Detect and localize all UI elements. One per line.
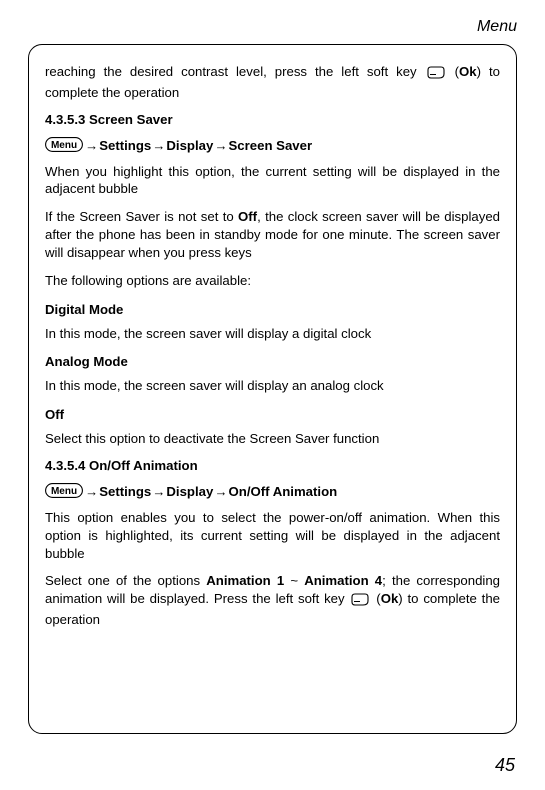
running-head: Menu xyxy=(28,18,517,36)
paragraph: Select this option to deactivate the Scr… xyxy=(45,430,500,448)
arrow-right-icon: → xyxy=(214,484,227,499)
page-number: 45 xyxy=(495,755,515,776)
ok-label: Ok xyxy=(459,64,477,79)
arrow-right-icon: → xyxy=(85,138,98,153)
section-heading: 4.3.5.4 On/Off Animation xyxy=(45,458,500,473)
arrow-right-icon: → xyxy=(152,484,165,499)
paragraph: This option enables you to select the po… xyxy=(45,509,500,562)
arrow-right-icon: → xyxy=(214,138,227,153)
softkey-icon xyxy=(427,66,445,84)
section-heading: 4.3.5.3 Screen Saver xyxy=(45,112,500,127)
paragraph: The following options are available: xyxy=(45,272,500,290)
animation-label: Animation 1 xyxy=(206,573,284,588)
text: Select one of the options xyxy=(45,573,206,588)
ok-label: Ok xyxy=(381,591,399,606)
nav-segment: Settings xyxy=(99,484,151,499)
intro-paragraph: reaching the desired contrast level, pre… xyxy=(45,63,500,102)
animation-label: Animation 4 xyxy=(304,573,382,588)
menu-button-icon: Menu xyxy=(45,137,83,155)
content-frame: reaching the desired contrast level, pre… xyxy=(28,44,517,734)
off-label: Off xyxy=(238,209,257,224)
paragraph: In this mode, the screen saver will disp… xyxy=(45,377,500,395)
svg-text:Menu: Menu xyxy=(51,140,77,151)
paragraph: When you highlight this option, the curr… xyxy=(45,163,500,199)
softkey-icon xyxy=(351,593,369,611)
paragraph: Select one of the options Animation 1 ~ … xyxy=(45,572,500,628)
nav-path: Menu → Settings → Display → Screen Saver xyxy=(45,137,500,155)
menu-button-icon: Menu xyxy=(45,483,83,501)
arrow-right-icon: → xyxy=(85,484,98,499)
paragraph: If the Screen Saver is not set to Off, t… xyxy=(45,208,500,261)
paragraph: In this mode, the screen saver will disp… xyxy=(45,325,500,343)
nav-path: Menu → Settings → Display → On/Off Anima… xyxy=(45,483,500,501)
option-heading: Digital Mode xyxy=(45,302,500,317)
nav-segment: Display xyxy=(166,484,213,499)
text: If the Screen Saver is not set to xyxy=(45,209,238,224)
svg-text:Menu: Menu xyxy=(51,486,77,497)
nav-segment: On/Off Animation xyxy=(229,484,338,499)
option-heading: Off xyxy=(45,407,500,422)
page: Menu reaching the desired contrast level… xyxy=(0,0,545,790)
text: reaching the desired contrast level, pre… xyxy=(45,64,425,79)
arrow-right-icon: → xyxy=(152,138,165,153)
nav-segment: Screen Saver xyxy=(229,138,313,153)
nav-segment: Display xyxy=(166,138,213,153)
text: ~ xyxy=(284,573,304,588)
option-heading: Analog Mode xyxy=(45,354,500,369)
nav-segment: Settings xyxy=(99,138,151,153)
